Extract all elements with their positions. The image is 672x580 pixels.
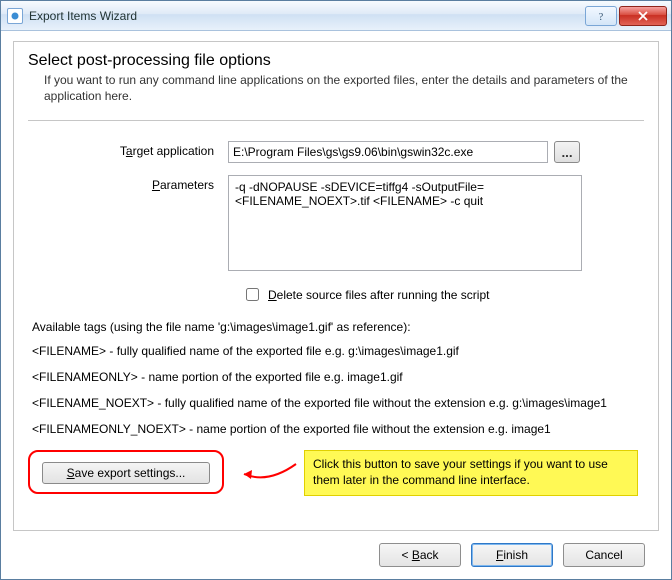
page-heading: Select post-processing file options — [28, 52, 644, 70]
save-export-settings-button[interactable]: Save export settings... — [42, 462, 210, 484]
tag-filename: <FILENAME> - fully qualified name of the… — [32, 344, 644, 358]
tags-intro: Available tags (using the file name 'g:\… — [32, 320, 644, 334]
main-panel: Select post-processing file options If y… — [13, 41, 659, 531]
finish-button[interactable]: Finish — [471, 543, 553, 567]
tag-filenameonly-noext: <FILENAMEONLY_NOEXT> - name portion of t… — [32, 422, 644, 436]
browse-button[interactable]: ... — [554, 141, 580, 163]
delete-source-label: Delete source files after running the sc… — [268, 288, 489, 302]
parameters-textarea[interactable]: -q -dNOPAUSE -sDEVICE=tiffg4 -sOutputFil… — [228, 175, 582, 271]
help-icon: ? — [595, 10, 607, 22]
parameters-row: Parameters -q -dNOPAUSE -sDEVICE=tiffg4 … — [28, 175, 644, 271]
tag-filenameonly: <FILENAMEONLY> - name portion of the exp… — [32, 370, 644, 384]
delete-source-row: Delete source files after running the sc… — [242, 285, 644, 304]
close-icon — [637, 10, 649, 22]
target-application-input[interactable] — [228, 141, 548, 163]
save-annotation-wrap: Save export settings... Click this butto… — [28, 450, 644, 506]
annotation-callout: Click this button to save your settings … — [304, 450, 638, 495]
target-application-label: Target application — [28, 141, 228, 158]
footer-buttons: < Back Finish Cancel — [13, 531, 659, 579]
help-button[interactable]: ? — [585, 6, 617, 26]
separator — [28, 120, 644, 121]
svg-text:?: ? — [599, 12, 604, 22]
content-area: Select post-processing file options If y… — [1, 31, 671, 579]
page-description: If you want to run any command line appl… — [44, 72, 644, 104]
window-buttons: ? — [583, 6, 667, 26]
app-icon — [7, 8, 23, 24]
back-button[interactable]: < Back — [379, 543, 461, 567]
target-application-row: Target application ... — [28, 141, 644, 163]
dialog-window: Export Items Wizard ? Select post-proces… — [0, 0, 672, 580]
annotation-arrow — [238, 460, 298, 486]
tag-filename-noext: <FILENAME_NOEXT> - fully qualified name … — [32, 396, 644, 410]
cancel-button[interactable]: Cancel — [563, 543, 645, 567]
parameters-label: Parameters — [28, 175, 228, 192]
delete-source-checkbox[interactable] — [246, 288, 259, 301]
window-title: Export Items Wizard — [29, 9, 583, 23]
close-button[interactable] — [619, 6, 667, 26]
titlebar: Export Items Wizard ? — [1, 1, 671, 31]
